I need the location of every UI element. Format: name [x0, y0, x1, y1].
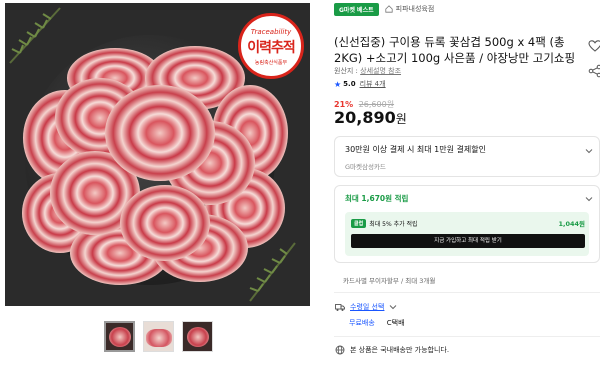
origin-label: 원산지 :	[334, 67, 358, 75]
origin-info: 원산지 : 상세설명 참조	[334, 66, 401, 76]
star-icon: ★	[334, 79, 342, 89]
store-name: 피파내성육점	[395, 5, 435, 13]
card-discount-title: 30만원 이상 결제 시 최대 1만원 결제할인	[345, 145, 486, 154]
seal-main-text: 이력추적	[247, 40, 296, 56]
domestic-shipping-notice: 본 상품은 국내배송만 가능합니다.	[335, 345, 449, 355]
card-discount-subtitle: G마켓삼성카드	[345, 163, 386, 171]
seal-top-text: Traceability	[250, 28, 292, 36]
divider	[334, 336, 600, 337]
card-discount-box[interactable]: 30만원 이상 결제 시 최대 1만원 결제할인 G마켓삼성카드	[334, 136, 600, 177]
traceability-seal: Traceability 이력추적 농림축산식품부	[238, 13, 304, 79]
thumbnail-1[interactable]	[104, 321, 135, 352]
sale-price: 20,890원	[334, 108, 407, 127]
product-info-panel: G마켓 베스트 피파내성육점 (신선집중) 구이용 듀록 꽃삼겹 500g x …	[334, 0, 600, 382]
share-icon[interactable]	[587, 63, 600, 79]
club-points-card: 클럽 최대 5% 추가 적립 1,044원 지금 가입하고 최대 적립 받기	[345, 212, 589, 256]
shipping-method-row: 수령일 선택	[335, 302, 397, 312]
points-box: 최대 1,670원 적립 클럽 최대 5% 추가 적립 1,044원 지금 가입…	[334, 185, 600, 263]
installment-info: 카드사별 무이자할부 / 최대 3개월	[343, 277, 436, 285]
shipping-details: 무료배송 C택배	[349, 318, 405, 328]
thumbnail-2[interactable]	[143, 321, 174, 352]
points-label: 최대 1,670원 적립	[345, 194, 409, 203]
seal-sub-text: 농림축산식품부	[254, 60, 288, 66]
chevron-down-icon[interactable]	[585, 195, 593, 203]
domestic-text: 본 상품은 국내배송만 가능합니다.	[350, 346, 450, 354]
thumbnail-strip	[104, 321, 213, 352]
store-link[interactable]: 피파내성육점	[385, 4, 435, 14]
pork-belly-rolls	[22, 46, 288, 285]
rating-score: 5.0	[343, 80, 356, 88]
heart-icon[interactable]	[587, 38, 600, 54]
price-unit: 원	[395, 112, 407, 126]
shipping-carrier: C택배	[386, 319, 405, 327]
shipping-fee: 무료배송	[349, 319, 375, 327]
price-value: 20,890	[334, 108, 396, 127]
select-delivery-date-link[interactable]: 수령일 선택	[350, 302, 384, 312]
truck-icon	[335, 304, 345, 311]
thumbnail-3[interactable]	[182, 321, 213, 352]
globe-icon	[335, 345, 345, 355]
rating: ★ 5.0 리뷰 4개	[334, 79, 386, 89]
divider	[334, 292, 600, 293]
club-text: 최대 5% 추가 적립	[369, 220, 418, 228]
product-main-image[interactable]: Traceability 이력추적 농림축산식품부	[5, 3, 310, 306]
store-header: G마켓 베스트 피파내성육점	[334, 2, 435, 16]
club-amount: 1,044원	[558, 220, 585, 228]
review-count-link[interactable]: 리뷰 4개	[360, 79, 386, 89]
club-badge: 클럽	[351, 218, 367, 228]
chevron-down-icon[interactable]	[389, 303, 397, 311]
origin-link[interactable]: 상세설명 참조	[360, 67, 401, 75]
home-icon	[385, 5, 393, 13]
product-title: (신선집중) 구이용 듀록 꽃삼겹 500g x 4팩 (총 2KG) +소고기…	[334, 35, 576, 65]
join-club-button[interactable]: 지금 가입하고 최대 적립 받기	[351, 234, 585, 248]
best-badge: G마켓 베스트	[334, 2, 379, 16]
chevron-down-icon	[585, 149, 593, 154]
